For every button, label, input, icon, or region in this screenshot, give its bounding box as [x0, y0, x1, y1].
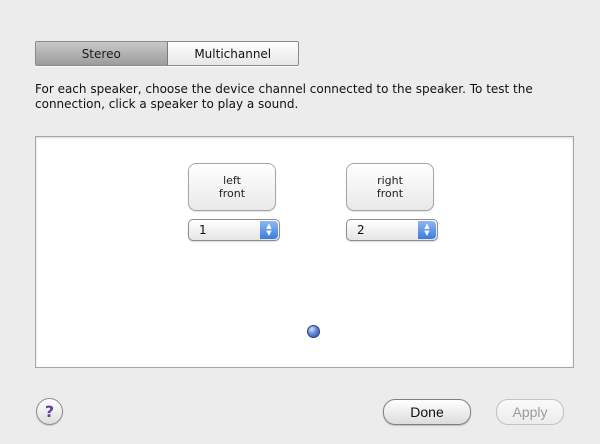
stepper-arrows-icon: ▲ ▼ [418, 221, 436, 239]
speaker-label-line2: front [218, 187, 246, 200]
speaker-mode-segmented-control: Stereo Multichannel [35, 41, 299, 66]
help-button[interactable]: ? [36, 398, 63, 425]
tab-multichannel[interactable]: Multichannel [167, 42, 298, 65]
channel-value: 2 [357, 223, 365, 237]
listener-dot-icon [307, 325, 320, 338]
stepper-arrows-icon: ▲ ▼ [260, 221, 278, 239]
right-front-speaker-button[interactable]: right front [346, 163, 434, 211]
speaker-setup-panel: left front 1 ▲ ▼ right front 2 ▲ ▼ [35, 136, 574, 368]
apply-button[interactable]: Apply [496, 399, 564, 425]
speaker-label-line1: right [377, 174, 403, 187]
speaker-label-line1: left [223, 174, 241, 187]
tab-stereo[interactable]: Stereo [36, 42, 168, 65]
left-front-channel-select[interactable]: 1 ▲ ▼ [188, 219, 280, 241]
left-front-speaker-button[interactable]: left front [188, 163, 276, 211]
right-front-channel-select[interactable]: 2 ▲ ▼ [346, 219, 438, 241]
instructions-text: For each speaker, choose the device chan… [35, 82, 533, 111]
done-button[interactable]: Done [383, 399, 471, 425]
channel-value: 1 [199, 223, 207, 237]
speaker-label-line2: front [376, 187, 404, 200]
